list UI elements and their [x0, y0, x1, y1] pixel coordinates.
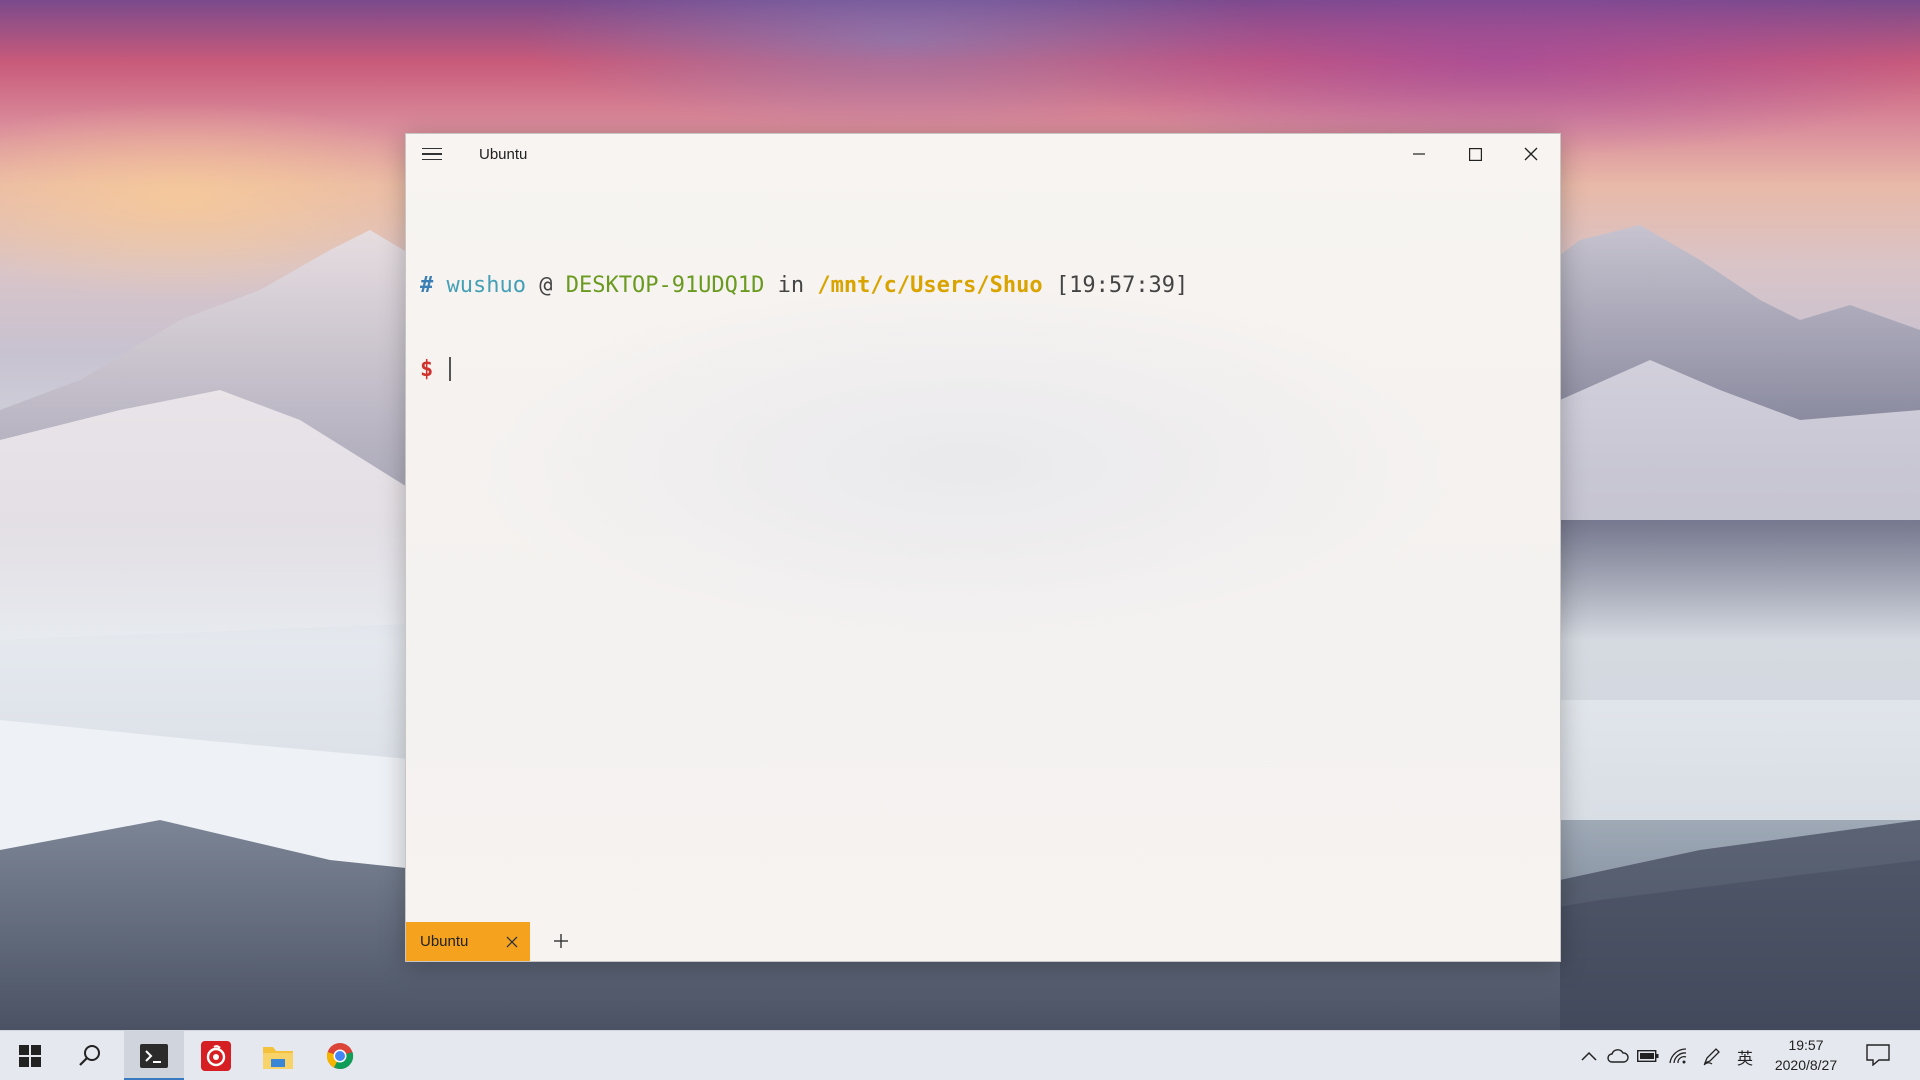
taskbar-file-explorer-button[interactable]: [248, 1031, 308, 1080]
tab-ubuntu[interactable]: Ubuntu: [406, 922, 530, 961]
clock[interactable]: 19:57 2020/8/27: [1768, 1035, 1844, 1075]
maximize-button[interactable]: [1447, 134, 1503, 174]
start-button[interactable]: [0, 1031, 60, 1080]
show-hidden-icons-button[interactable]: [1578, 1045, 1600, 1067]
prompt-hash: #: [420, 273, 434, 298]
close-icon: [1524, 147, 1538, 161]
taskbar-chrome-button[interactable]: [310, 1031, 370, 1080]
hamburger-menu-icon[interactable]: [422, 144, 444, 164]
prompt-line: # wushuo @ DESKTOP-91UDQ1D in /mnt/c/Use…: [420, 272, 1546, 300]
notification-icon: [1866, 1044, 1890, 1067]
prompt-time: [19:57:39]: [1055, 273, 1189, 298]
input-line[interactable]: $: [420, 356, 1546, 384]
terminal-window: Ubuntu # wushuo @ DESKTOP-91UDQ1D in /mn…: [405, 133, 1561, 962]
prompt-in: in: [777, 273, 805, 298]
battery-tray-button[interactable]: [1637, 1045, 1659, 1067]
netease-music-icon: [201, 1041, 231, 1071]
window-title: Ubuntu: [479, 146, 528, 163]
search-button[interactable]: [60, 1031, 120, 1080]
pen-icon: [1703, 1048, 1720, 1066]
pen-tray-button[interactable]: [1701, 1045, 1723, 1067]
battery-icon: [1637, 1050, 1659, 1062]
chrome-icon: [326, 1043, 354, 1070]
search-icon: [79, 1045, 100, 1066]
clock-time: 19:57: [1788, 1037, 1824, 1053]
maximize-icon: [1468, 147, 1482, 161]
prompt-at: @: [539, 273, 553, 298]
taskbar: 英 19:57 2020/8/27: [0, 1030, 1920, 1080]
file-explorer-icon: [263, 1047, 293, 1069]
tab-label: Ubuntu: [420, 933, 469, 950]
action-center-button[interactable]: [1866, 1044, 1892, 1068]
taskbar-netease-music-button[interactable]: [186, 1031, 246, 1080]
onedrive-tray-button[interactable]: [1607, 1045, 1629, 1067]
taskbar-terminal-button[interactable]: [124, 1031, 184, 1080]
prompt-dollar: $: [420, 357, 434, 382]
windows-start-icon: [19, 1045, 41, 1067]
chevron-up-icon: [1581, 1051, 1597, 1061]
terminal-output[interactable]: # wushuo @ DESKTOP-91UDQ1D in /mnt/c/Use…: [420, 216, 1546, 916]
onedrive-icon: [1607, 1049, 1629, 1063]
prompt-host: DESKTOP-91UDQ1D: [565, 273, 765, 298]
minimize-icon: [1413, 153, 1425, 155]
terminal-icon: [140, 1044, 168, 1068]
new-tab-plus-icon[interactable]: [551, 931, 571, 951]
close-button[interactable]: [1503, 134, 1559, 174]
wifi-tray-button[interactable]: [1667, 1045, 1689, 1067]
minimize-button[interactable]: [1391, 134, 1447, 174]
tab-close-icon[interactable]: [504, 934, 520, 950]
input-method-indicator[interactable]: 英: [1737, 1045, 1753, 1069]
prompt-user: wushuo: [446, 273, 526, 298]
tab-bar: Ubuntu: [406, 922, 1560, 961]
text-cursor: [448, 357, 451, 381]
clock-date: 2020/8/27: [1774, 1057, 1838, 1073]
prompt-path: /mnt/c/Users/Shuo: [817, 273, 1043, 298]
wifi-icon: [1669, 1048, 1687, 1064]
title-bar[interactable]: Ubuntu: [406, 134, 1560, 174]
